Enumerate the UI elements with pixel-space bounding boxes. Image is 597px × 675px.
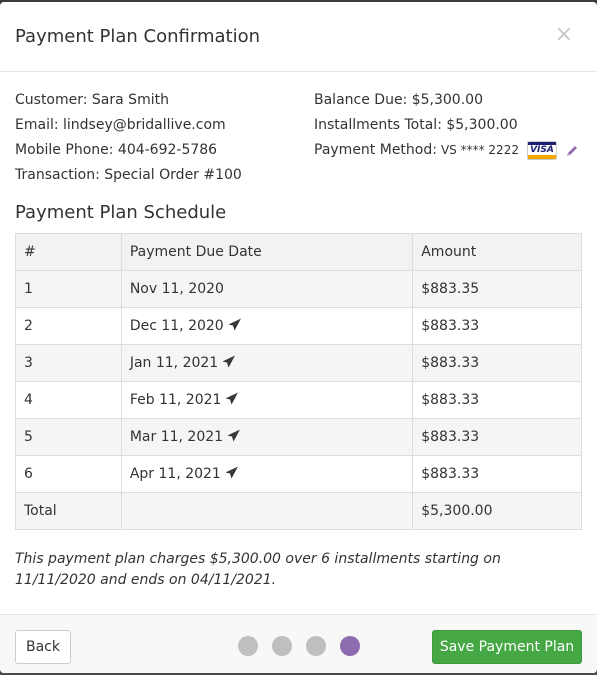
plan-summary: This payment plan charges $5,300.00 over… bbox=[15, 551, 501, 588]
customer-info: Customer: Sara Smith Email: lindsey@brid… bbox=[15, 88, 242, 188]
row-due-date: Apr 11, 2021 bbox=[120, 455, 414, 493]
column-header-number: # bbox=[15, 233, 122, 271]
paper-plane-icon[interactable] bbox=[222, 355, 236, 368]
transaction: Transaction: Special Order #100 bbox=[15, 167, 242, 183]
customer-email: Email: lindsey@bridallive.com bbox=[15, 117, 226, 133]
customer-phone: Mobile Phone: 404-692-5786 bbox=[15, 142, 218, 158]
row-amount: $883.35 bbox=[412, 270, 582, 308]
back-button[interactable]: Back bbox=[15, 630, 71, 664]
due-date-text: Nov 11, 2020 bbox=[129, 281, 224, 297]
row-number: 6 bbox=[15, 455, 122, 493]
column-header-amount: Amount bbox=[412, 233, 582, 271]
row-number: 5 bbox=[15, 418, 122, 456]
paper-plane-icon[interactable] bbox=[228, 318, 242, 331]
due-date-text: Apr 11, 2021 bbox=[129, 466, 221, 482]
visa-card-icon: VISA bbox=[526, 141, 557, 160]
table-row: 6 Apr 11, 2021 $883.33 bbox=[15, 455, 582, 493]
payment-method-label: Payment Method: bbox=[314, 142, 437, 158]
due-date-text: Mar 11, 2021 bbox=[129, 429, 224, 445]
close-icon[interactable]: × bbox=[555, 24, 573, 46]
table-row: 5 Mar 11, 2021 $883.33 bbox=[15, 418, 582, 456]
step-dot-3[interactable] bbox=[306, 636, 326, 656]
row-number: 3 bbox=[15, 344, 122, 382]
row-due-date: Jan 11, 2021 bbox=[120, 344, 414, 382]
schedule-body: 1 Nov 11, 2020 $883.35 2 Dec 11, 2020 $883.33… bbox=[15, 270, 582, 530]
schedule-title: Payment Plan Schedule bbox=[15, 202, 227, 223]
row-number: 2 bbox=[15, 307, 122, 345]
table-row: 2 Dec 11, 2020 $883.33 bbox=[15, 307, 582, 345]
save-payment-plan-button[interactable]: Save Payment Plan bbox=[432, 630, 582, 664]
column-header-due-date: Payment Due Date bbox=[120, 233, 414, 271]
table-header-row: # Payment Due Date Amount bbox=[15, 233, 582, 271]
row-amount: $883.33 bbox=[412, 307, 582, 345]
row-due-date: Mar 11, 2021 bbox=[120, 418, 414, 456]
balance-info: Balance Due: $5,300.00 Installments Tota… bbox=[314, 88, 579, 163]
payment-method: Payment Method: VS **** 2222 VISA bbox=[314, 138, 579, 163]
schedule-table: # Payment Due Date Amount 1 Nov 11, 2020 $… bbox=[15, 233, 582, 530]
customer-name: Customer: Sara Smith bbox=[15, 92, 169, 108]
row-due-date: Dec 11, 2020 bbox=[120, 307, 414, 345]
step-dot-2[interactable] bbox=[272, 636, 292, 656]
modal-header: Payment Plan Confirmation × bbox=[0, 2, 597, 72]
table-row: 3 Jan 11, 2021 $883.33 bbox=[15, 344, 582, 382]
row-amount: $883.33 bbox=[412, 455, 582, 493]
row-amount: $883.33 bbox=[412, 344, 582, 382]
paper-plane-icon[interactable] bbox=[225, 392, 239, 405]
row-number: 1 bbox=[15, 270, 122, 308]
modal-title: Payment Plan Confirmation bbox=[15, 26, 260, 47]
due-date-text: Feb 11, 2021 bbox=[129, 392, 222, 408]
table-total-row: Total $5,300.00 bbox=[15, 492, 582, 530]
modal-footer: Back Save Payment Plan bbox=[0, 614, 597, 673]
pencil-icon[interactable] bbox=[565, 144, 579, 158]
row-due-date: Feb 11, 2021 bbox=[120, 381, 414, 419]
step-dot-1[interactable] bbox=[238, 636, 258, 656]
row-amount: $883.33 bbox=[412, 418, 582, 456]
payment-method-value: VS **** 2222 bbox=[440, 143, 519, 157]
total-label: Total bbox=[15, 492, 122, 530]
row-due-date: Nov 11, 2020 bbox=[120, 270, 414, 308]
table-row: 1 Nov 11, 2020 $883.35 bbox=[15, 270, 582, 308]
balance-due: Balance Due: $5,300.00 bbox=[314, 92, 483, 108]
step-indicator bbox=[238, 636, 360, 656]
row-amount: $883.33 bbox=[412, 381, 582, 419]
due-date-text: Dec 11, 2020 bbox=[129, 318, 224, 334]
paper-plane-icon[interactable] bbox=[225, 466, 239, 479]
installments-total: Installments Total: $5,300.00 bbox=[314, 117, 518, 133]
total-amount: $5,300.00 bbox=[412, 492, 582, 530]
total-spacer bbox=[120, 492, 414, 530]
step-dot-4[interactable] bbox=[340, 636, 360, 656]
payment-plan-modal: Payment Plan Confirmation × Customer: Sa… bbox=[0, 2, 597, 673]
paper-plane-icon[interactable] bbox=[227, 429, 241, 442]
row-number: 4 bbox=[15, 381, 122, 419]
table-row: 4 Feb 11, 2021 $883.33 bbox=[15, 381, 582, 419]
due-date-text: Jan 11, 2021 bbox=[129, 355, 219, 371]
